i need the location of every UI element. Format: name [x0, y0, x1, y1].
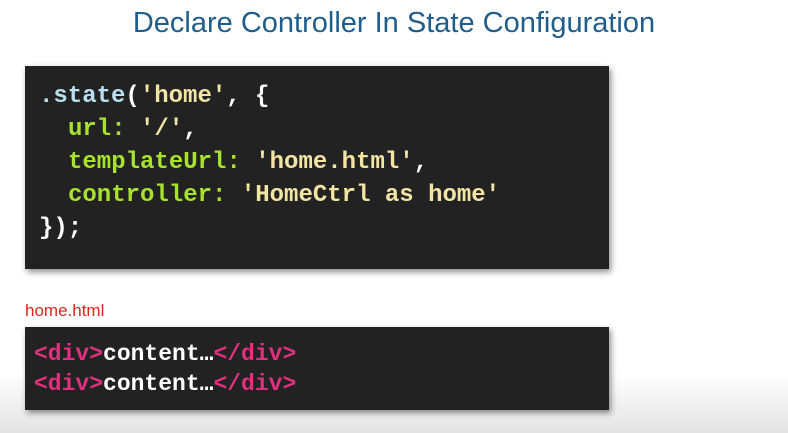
controller-key: controller — [68, 182, 213, 209]
url-comma: , — [183, 116, 198, 143]
open-paren: ( — [125, 83, 140, 110]
template-url-value: 'home.html' — [255, 149, 414, 176]
state-function: .state — [39, 83, 126, 110]
template-url-key: templateUrl — [68, 149, 227, 176]
url-colon: : — [111, 116, 126, 143]
div-close-tag: </div> — [213, 341, 297, 367]
controller-value: 'HomeCtrl as home' — [240, 182, 501, 209]
home-html-code-block: <div>content…</div> <div>content…</div> — [25, 327, 609, 410]
controller-colon: : — [212, 182, 227, 209]
file-name-label: home.html — [25, 301, 105, 320]
close-brace-paren: }); — [39, 215, 83, 242]
state-name-string: 'home' — [139, 83, 227, 110]
html-line-2: <div>content…</div> — [34, 369, 609, 399]
state-config-code-block: .state('home', { url: '/', templateUrl: … — [25, 66, 609, 269]
div-content: content… — [103, 341, 214, 367]
code-line-url: url: '/', — [39, 113, 609, 146]
div-close-tag: </div> — [213, 371, 297, 397]
slide-title: Declare Controller In State Configuratio… — [132, 7, 656, 39]
comma-open-brace: , { — [226, 83, 270, 110]
div-open-tag: <div> — [34, 371, 104, 397]
html-line-1: <div>content…</div> — [34, 339, 609, 369]
code-line-template-url: templateUrl: 'home.html', — [39, 146, 609, 179]
div-open-tag: <div> — [34, 341, 104, 367]
code-line-controller: controller: 'HomeCtrl as home' — [39, 179, 609, 212]
code-line-close: }); — [39, 212, 609, 245]
template-url-comma: , — [413, 149, 429, 176]
div-content: content… — [103, 371, 214, 397]
code-line-state: .state('home', { — [39, 80, 609, 113]
url-key: url — [68, 116, 112, 143]
template-url-colon: : — [226, 149, 241, 176]
url-value: '/' — [140, 116, 184, 143]
